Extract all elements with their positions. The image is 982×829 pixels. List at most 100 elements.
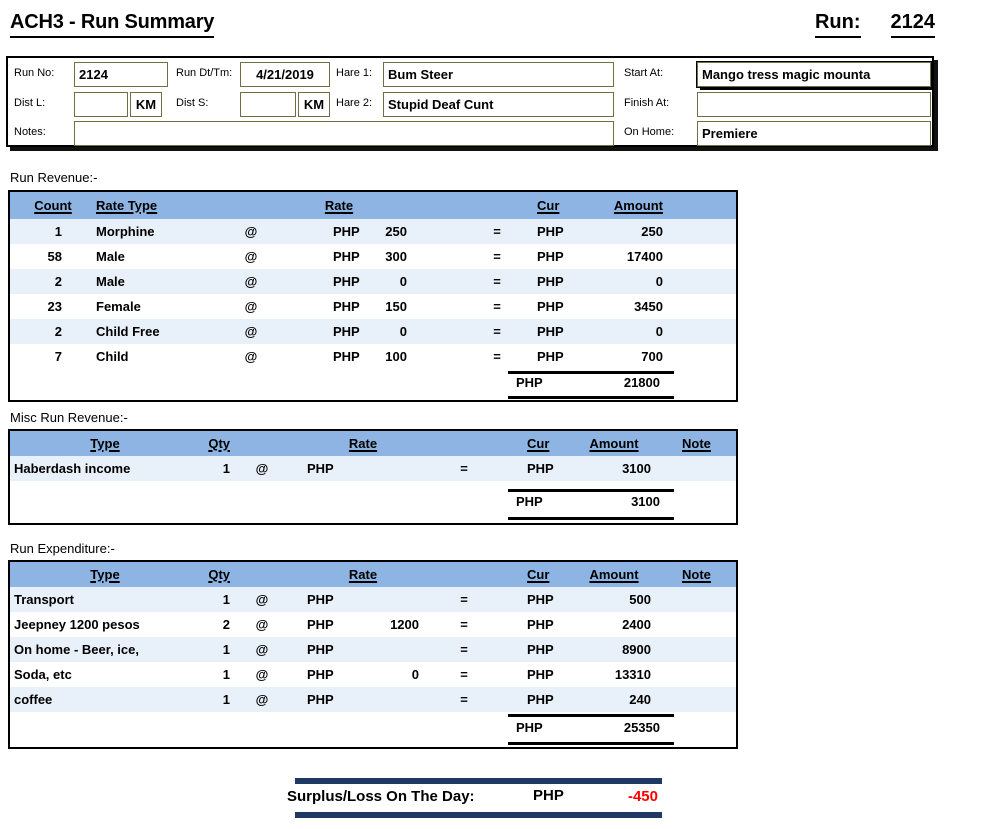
rate-currency-cell: PHP (307, 461, 334, 476)
run-number-group: Run: 2124 (814, 11, 935, 38)
revenue-section-label: Run Revenue:- (10, 170, 98, 185)
qty-cell: 1 (222, 667, 230, 682)
currency-cell: PHP (537, 299, 564, 314)
equals-sign: = (460, 617, 468, 632)
surplus-rule-bottom (295, 812, 662, 818)
rate-currency-cell: PHP (333, 349, 360, 364)
surplus-loss-section: Surplus/Loss On The Day: PHP -450 (287, 778, 662, 818)
rate-value-cell (359, 456, 419, 481)
currency-cell: PHP (537, 249, 564, 264)
equals-sign: = (493, 299, 501, 314)
hare1-label: Hare 1: (336, 67, 373, 79)
total-rule-top (508, 371, 674, 374)
equals-sign: = (493, 324, 501, 339)
type-cell: Haberdash income (14, 461, 131, 476)
surplus-rule-top (295, 778, 662, 784)
at-sign: @ (244, 349, 258, 364)
rate-currency-cell: PHP (307, 642, 334, 657)
rate-currency-cell: PHP (307, 617, 334, 632)
notes-label: Notes: (14, 126, 46, 138)
currency-cell: PHP (527, 667, 554, 682)
rate-currency-cell: PHP (307, 692, 334, 707)
currency-cell: PHP (527, 692, 554, 707)
rate-currency-cell: PHP (333, 274, 360, 289)
amount-cell: 0 (655, 274, 663, 289)
total-rule-top (508, 489, 674, 492)
count-cell: 2 (54, 274, 62, 289)
at-sign: @ (255, 592, 269, 607)
amount-cell: 240 (629, 692, 651, 707)
hare1-field[interactable]: Bum Steer (383, 62, 614, 87)
dist-l-field[interactable] (74, 92, 128, 117)
amount-cell: 13310 (614, 667, 651, 682)
amount-cell: 2400 (622, 617, 651, 632)
expenditure-header-row: Type Qty Rate Cur Amount Note (10, 562, 736, 587)
type-cell: coffee (14, 692, 53, 707)
at-sign: @ (255, 692, 269, 707)
column-header-cur: Cur (527, 436, 550, 451)
amount-cell: 8900 (622, 642, 651, 657)
column-header-type: Type (90, 567, 120, 582)
column-header-amount: Amount (589, 436, 639, 451)
rate-value-cell: 250 (385, 224, 407, 239)
count-cell: 7 (54, 349, 62, 364)
run-info-box: Run No: 2124 Run Dt/Tm: 4/21/2019 Hare 1… (6, 56, 934, 147)
column-header-rate: Rate (348, 567, 378, 582)
column-header-qty: Qty (208, 567, 230, 582)
rate-value-cell: 1200 (390, 617, 419, 632)
rate-value-cell: 0 (399, 274, 407, 289)
equals-sign: = (460, 592, 468, 607)
surplus-currency: PHP (533, 787, 564, 804)
surplus-label: Surplus/Loss On The Day: (287, 788, 475, 805)
total-amount: 3100 (631, 494, 660, 509)
table-row: Jeepney 1200 pesos 2 @ PHP 1200 = PHP 2400 (10, 612, 736, 637)
hare2-label: Hare 2: (336, 97, 373, 109)
column-header-type: Type (90, 436, 120, 451)
at-sign: @ (244, 299, 258, 314)
at-sign: @ (255, 461, 269, 476)
at-sign: @ (255, 642, 269, 657)
equals-sign: = (460, 642, 468, 657)
at-sign: @ (244, 249, 258, 264)
rate-type-cell: Child Free (96, 324, 160, 339)
type-cell: Soda, etc (14, 667, 72, 682)
run-dttm-field[interactable]: 4/21/2019 (240, 62, 330, 87)
currency-cell: PHP (537, 349, 564, 364)
amount-cell: 3100 (622, 461, 651, 476)
qty-cell: 1 (222, 642, 230, 657)
start-at-field[interactable]: Mango tress magic mounta (697, 62, 931, 87)
rate-currency-cell: PHP (333, 324, 360, 339)
rate-type-cell: Morphine (96, 224, 155, 239)
total-rule-bottom (508, 517, 674, 520)
rate-value-cell: 100 (385, 349, 407, 364)
dist-s-unit: KM (298, 92, 330, 117)
rate-value-cell (359, 587, 419, 612)
surplus-amount: -450 (627, 788, 658, 805)
page-title: ACH3 - Run Summary (10, 11, 214, 38)
currency-cell: PHP (527, 642, 554, 657)
rate-currency-cell: PHP (307, 592, 334, 607)
dist-s-field[interactable] (240, 92, 296, 117)
amount-cell: 700 (641, 349, 663, 364)
rate-type-cell: Female (96, 299, 141, 314)
rate-value-cell: 0 (411, 667, 419, 682)
start-at-label: Start At: (624, 67, 664, 79)
table-row: 2 Male @ PHP 0 = PHP 0 (10, 269, 736, 294)
run-label: Run: (814, 11, 861, 38)
on-home-field[interactable]: Premiere (697, 121, 931, 146)
total-rule-top (508, 714, 674, 717)
run-no-field[interactable]: 2124 (74, 62, 168, 87)
equals-sign: = (493, 274, 501, 289)
currency-cell: PHP (537, 224, 564, 239)
type-cell: On home - Beer, ice, (14, 642, 139, 657)
total-amount: 25350 (623, 720, 660, 735)
table-row: Soda, etc 1 @ PHP 0 = PHP 13310 (10, 662, 736, 687)
rate-type-cell: Male (96, 274, 125, 289)
equals-sign: = (460, 692, 468, 707)
column-header-note: Note (682, 567, 711, 582)
count-cell: 58 (47, 249, 62, 264)
notes-field[interactable] (74, 121, 614, 146)
qty-cell: 1 (222, 461, 230, 476)
finish-at-field[interactable] (697, 92, 931, 117)
hare2-field[interactable]: Stupid Deaf Cunt (383, 92, 614, 117)
